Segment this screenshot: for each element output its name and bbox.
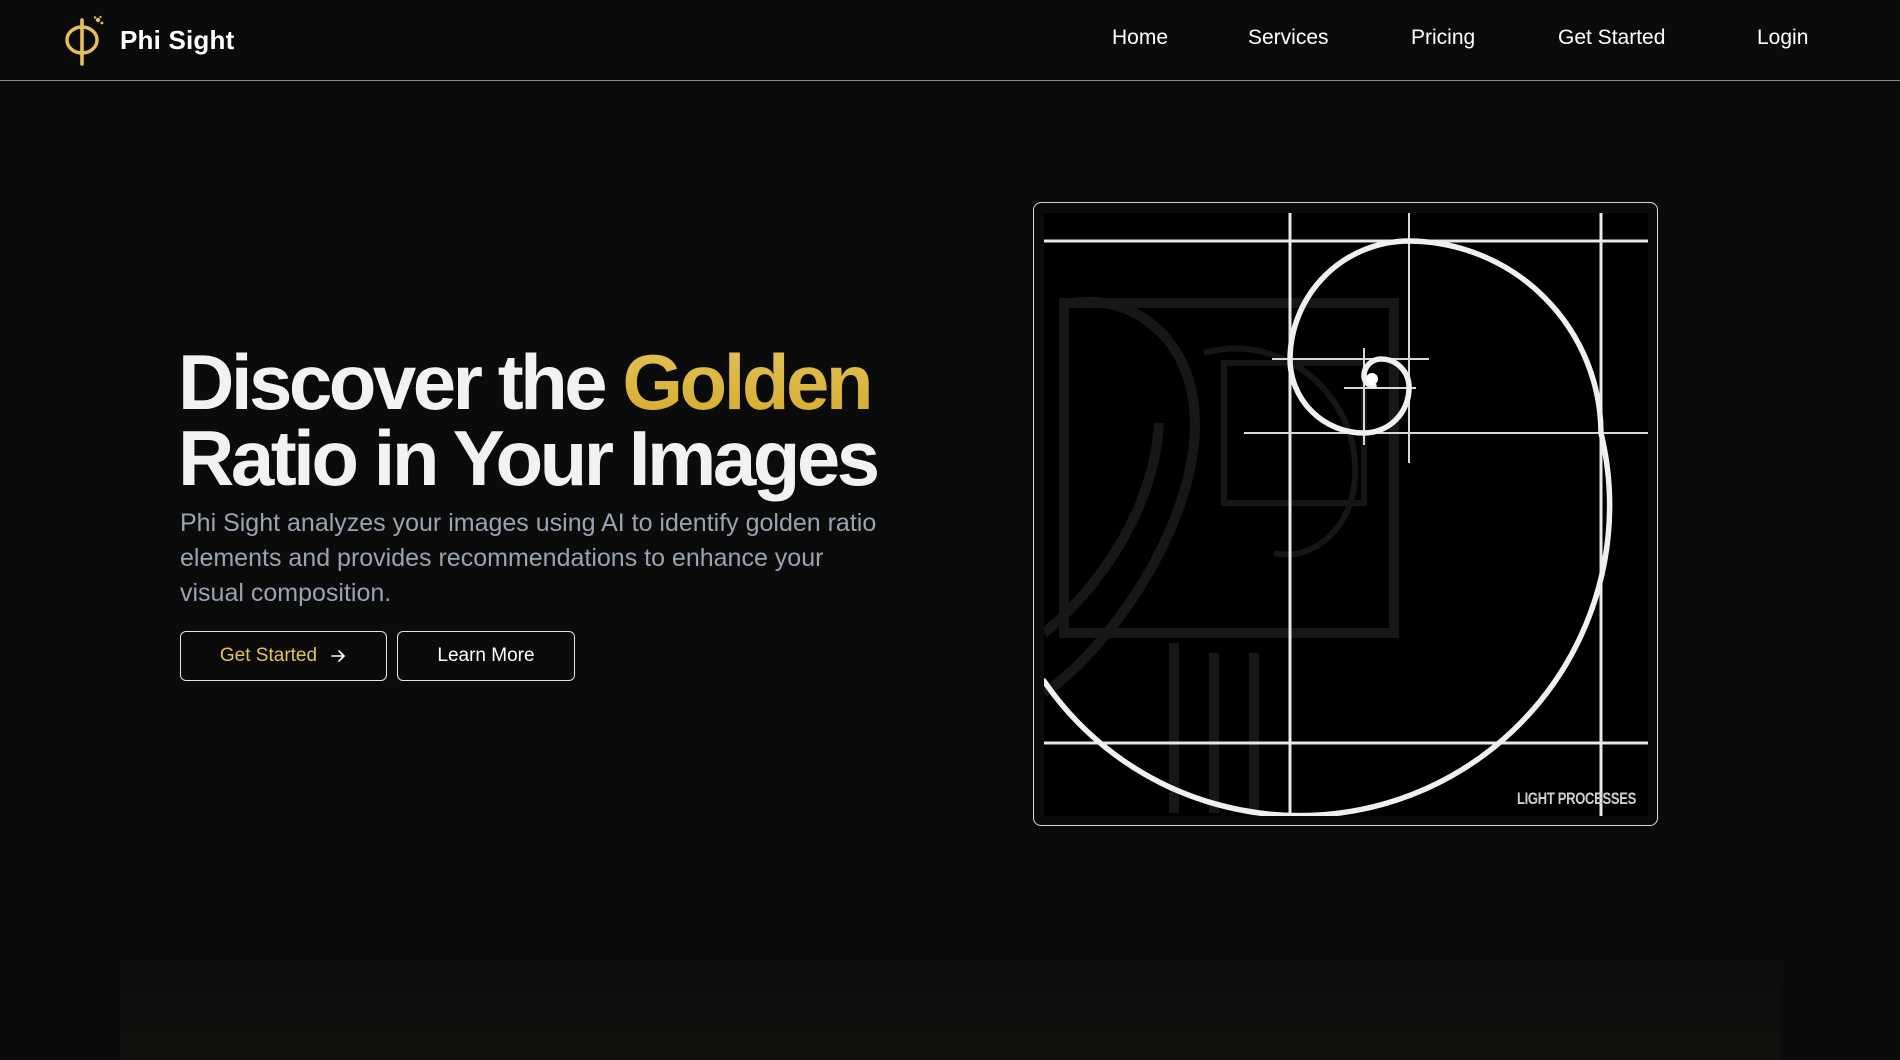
nav-login[interactable]: Login [1757, 26, 1808, 50]
hero-title-line-1: Discover the Golden [178, 343, 938, 421]
arrow-right-icon [331, 650, 345, 662]
nav-pricing[interactable]: Pricing [1411, 26, 1475, 50]
hero-title-highlight: Golden [622, 338, 873, 426]
nav-services[interactable]: Services [1248, 26, 1329, 50]
get-started-button-label: Get Started [219, 645, 318, 666]
top-navbar: Phi Sight Home Services Pricing Get Star… [0, 0, 1900, 81]
hero-title-line-2: Ratio in Your Images [178, 414, 880, 502]
nav-home[interactable]: Home [1112, 26, 1168, 50]
hero-image-frame: LIGHT PROCESSES [1033, 202, 1658, 826]
golden-spiral-image: LIGHT PROCESSES [1044, 213, 1648, 816]
image-watermark: LIGHT PROCESSES [1516, 789, 1636, 808]
main-nav: Home Services Pricing Get Started Login [0, 0, 1900, 81]
nav-get-started[interactable]: Get Started [1558, 26, 1665, 50]
hero-description: Phi Sight analyzes your images using AI … [180, 509, 877, 607]
learn-more-button[interactable]: Learn More [397, 631, 575, 681]
get-started-button[interactable]: Get Started [180, 631, 387, 681]
next-section-panel [120, 960, 1780, 1060]
hero-title: Discover the Golden Ratio in Your Images [178, 343, 938, 502]
golden-spiral-illustration [1044, 213, 1648, 816]
hero-title-part1: Discover the [178, 338, 623, 426]
